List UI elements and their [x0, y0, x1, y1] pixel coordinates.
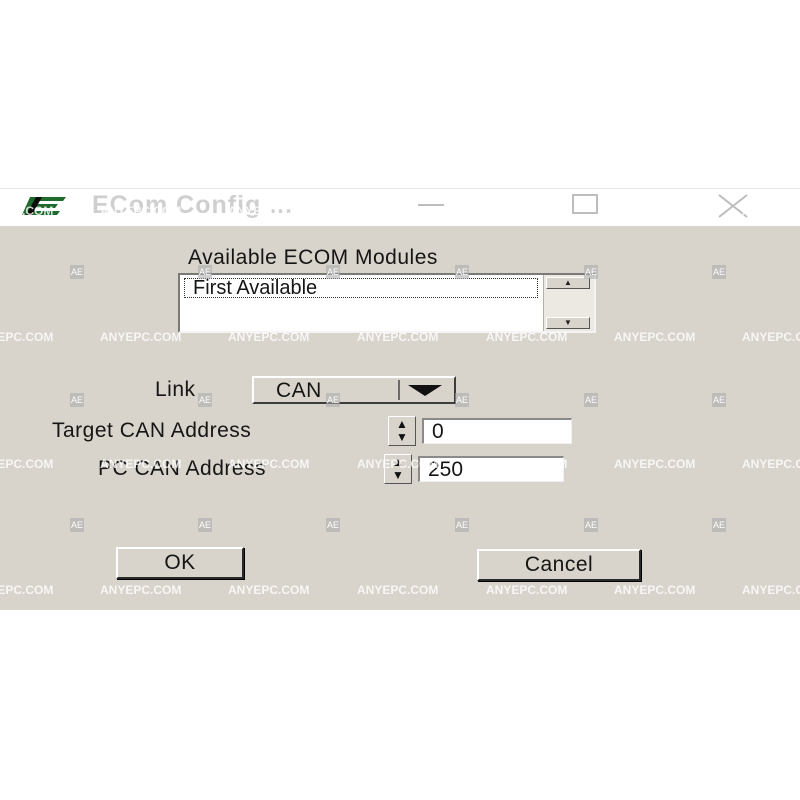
close-button[interactable] — [705, 189, 765, 227]
link-select[interactable]: CAN — [252, 376, 456, 404]
pc-address-input[interactable] — [418, 456, 564, 482]
title-bar[interactable]: ECom Config ... — [0, 188, 800, 227]
modules-listbox[interactable]: First Available ▲ ▼ — [178, 273, 596, 333]
cancel-button[interactable]: Cancel — [477, 549, 641, 581]
window-title: ECom Config ... — [92, 191, 294, 219]
minimize-button[interactable] — [400, 189, 460, 227]
minimize-icon — [418, 204, 444, 206]
link-selected-value: CAN — [276, 379, 322, 402]
dialog-body: Available ECOM Modules First Available ▲… — [0, 226, 800, 610]
scroll-down-button[interactable]: ▼ — [546, 317, 590, 329]
scroll-up-button[interactable]: ▲ — [546, 277, 590, 289]
spin-down-icon[interactable]: ▼ — [392, 431, 412, 443]
modules-scrollbar[interactable]: ▲ ▼ — [543, 275, 594, 331]
pc-address-spinner[interactable]: ▲ ▼ — [384, 454, 412, 484]
modules-label: Available ECOM Modules — [188, 246, 438, 269]
spin-down-icon[interactable]: ▼ — [388, 469, 408, 481]
ok-button[interactable]: OK — [116, 547, 244, 579]
ecom-logo-icon — [22, 197, 66, 215]
spin-up-icon[interactable]: ▲ — [388, 456, 408, 468]
target-address-label: Target CAN Address — [52, 419, 252, 442]
spin-up-icon[interactable]: ▲ — [392, 418, 412, 430]
maximize-icon — [572, 194, 598, 214]
list-item[interactable]: First Available — [184, 278, 538, 298]
target-address-input[interactable] — [422, 418, 572, 444]
target-address-spinner[interactable]: ▲ ▼ — [388, 416, 416, 446]
pc-address-label: PC CAN Address — [98, 457, 267, 480]
close-icon — [718, 194, 748, 218]
triangle-up-icon: ▲ — [564, 278, 572, 287]
maximize-button[interactable] — [555, 189, 615, 227]
link-label: Link — [155, 378, 196, 401]
triangle-down-icon[interactable] — [408, 385, 442, 397]
dropdown-divider — [398, 380, 400, 400]
triangle-down-icon: ▼ — [564, 318, 572, 327]
